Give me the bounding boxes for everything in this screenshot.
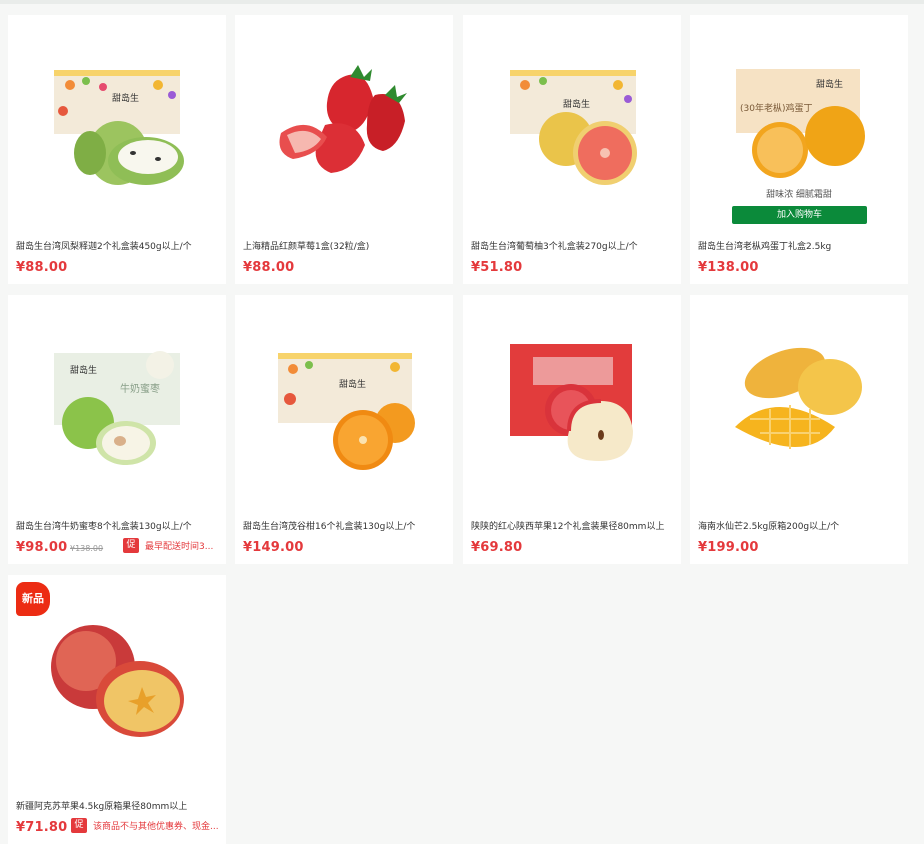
original-price: ¥138.00 bbox=[70, 544, 104, 553]
product-card[interactable]: 甜岛生 甜岛生台湾茂谷柑16个礼盒装130g以上/个 ¥149.00 bbox=[235, 295, 453, 564]
product-price: ¥138.00 bbox=[698, 260, 759, 275]
product-image[interactable] bbox=[690, 295, 908, 495]
product-image[interactable]: 牛奶蜜枣 甜岛生 bbox=[8, 295, 226, 495]
product-image[interactable]: 甜岛生 bbox=[8, 15, 226, 215]
product-title[interactable]: 甜岛生台湾牛奶蜜枣8个礼盒装130g以上/个 bbox=[16, 519, 222, 532]
add-to-cart-button[interactable]: 加入购物车 bbox=[732, 206, 867, 224]
product-price: ¥88.00 bbox=[16, 260, 68, 275]
product-card[interactable]: 上海精品红颜草莓1盒(32粒/盒) ¥88.00 bbox=[235, 15, 453, 284]
product-image[interactable] bbox=[235, 15, 453, 215]
product-image[interactable]: 甜岛生 bbox=[463, 15, 681, 215]
product-title[interactable]: 新疆阿克苏苹果4.5kg原箱果径80mm以上 bbox=[16, 799, 222, 812]
promotion[interactable]: 促 最早配送时间3... bbox=[123, 538, 225, 553]
product-price: ¥199.00 bbox=[698, 540, 759, 555]
product-price: ¥51.80 bbox=[471, 260, 523, 275]
promo-text: 最早配送时间3... bbox=[145, 542, 214, 552]
svg-text:甜岛生: 甜岛生 bbox=[816, 78, 843, 90]
product-card[interactable]: 甜岛生 甜岛生台湾葡萄柚3个礼盒装270g以上/个 ¥51.80 bbox=[463, 15, 681, 284]
product-title[interactable]: 海南水仙芒2.5kg原箱200g以上/个 bbox=[698, 519, 904, 532]
product-price: ¥71.80 bbox=[16, 820, 68, 835]
product-title[interactable]: 上海精品红颜草莓1盒(32粒/盒) bbox=[243, 239, 449, 252]
product-card[interactable]: 海南水仙芒2.5kg原箱200g以上/个 ¥199.00 bbox=[690, 295, 908, 564]
product-card[interactable]: 陕陕的红心陕西苹果12个礼盒装果径80mm以上 ¥69.80 bbox=[463, 295, 681, 564]
product-price: ¥88.00 bbox=[243, 260, 295, 275]
svg-text:甜岛生: 甜岛生 bbox=[339, 378, 366, 390]
new-badge: 新品 bbox=[16, 582, 50, 616]
svg-text:甜岛生: 甜岛生 bbox=[563, 98, 590, 110]
product-image[interactable] bbox=[463, 295, 681, 495]
product-card[interactable]: (30年老枞)鸡蛋丁 甜岛生 甜味浓 细腻霜甜 加入购物车 甜岛生台湾老枞鸡蛋丁… bbox=[690, 15, 908, 284]
promo-tag: 促 bbox=[123, 538, 139, 553]
product-price: ¥98.00 bbox=[16, 540, 68, 555]
product-title[interactable]: 甜岛生台湾葡萄柚3个礼盒装270g以上/个 bbox=[471, 239, 677, 252]
product-title[interactable]: 陕陕的红心陕西苹果12个礼盒装果径80mm以上 bbox=[471, 519, 677, 532]
top-divider bbox=[0, 0, 924, 4]
box-label: 牛奶蜜枣 bbox=[120, 382, 160, 395]
product-price: ¥69.80 bbox=[471, 540, 523, 555]
product-price: ¥149.00 bbox=[243, 540, 304, 555]
product-card[interactable]: 牛奶蜜枣 甜岛生 甜岛生台湾牛奶蜜枣8个礼盒装130g以上/个 ¥98.00 ¥… bbox=[8, 295, 226, 564]
promo-tag: 促 bbox=[71, 818, 87, 833]
promo-text: 该商品不与其他优惠券、现金... bbox=[93, 822, 219, 832]
svg-text:甜岛生: 甜岛生 bbox=[112, 92, 139, 104]
product-title[interactable]: 甜岛生台湾老枞鸡蛋丁礼盒2.5kg bbox=[698, 239, 904, 252]
promotion[interactable]: 促 该商品不与其他优惠券、现金... bbox=[71, 818, 233, 833]
product-card[interactable]: 甜岛生 甜岛生台湾凤梨释迦2个礼盒装450g以上/个 ¥88.00 bbox=[8, 15, 226, 284]
box-label: (30年老枞)鸡蛋丁 bbox=[740, 102, 812, 114]
hover-subtitle: 甜味浓 细腻霜甜 bbox=[766, 190, 832, 200]
product-title[interactable]: 甜岛生台湾茂谷柑16个礼盒装130g以上/个 bbox=[243, 519, 449, 532]
product-image[interactable]: (30年老枞)鸡蛋丁 甜岛生 bbox=[690, 15, 908, 215]
product-card[interactable]: 新品 新疆阿克苏苹果4.5kg原箱果径80mm以上 ¥71.80 促 该商品不与… bbox=[8, 575, 226, 844]
product-title[interactable]: 甜岛生台湾凤梨释迦2个礼盒装450g以上/个 bbox=[16, 239, 222, 252]
svg-text:甜岛生: 甜岛生 bbox=[70, 364, 97, 376]
product-image[interactable]: 甜岛生 bbox=[235, 295, 453, 495]
